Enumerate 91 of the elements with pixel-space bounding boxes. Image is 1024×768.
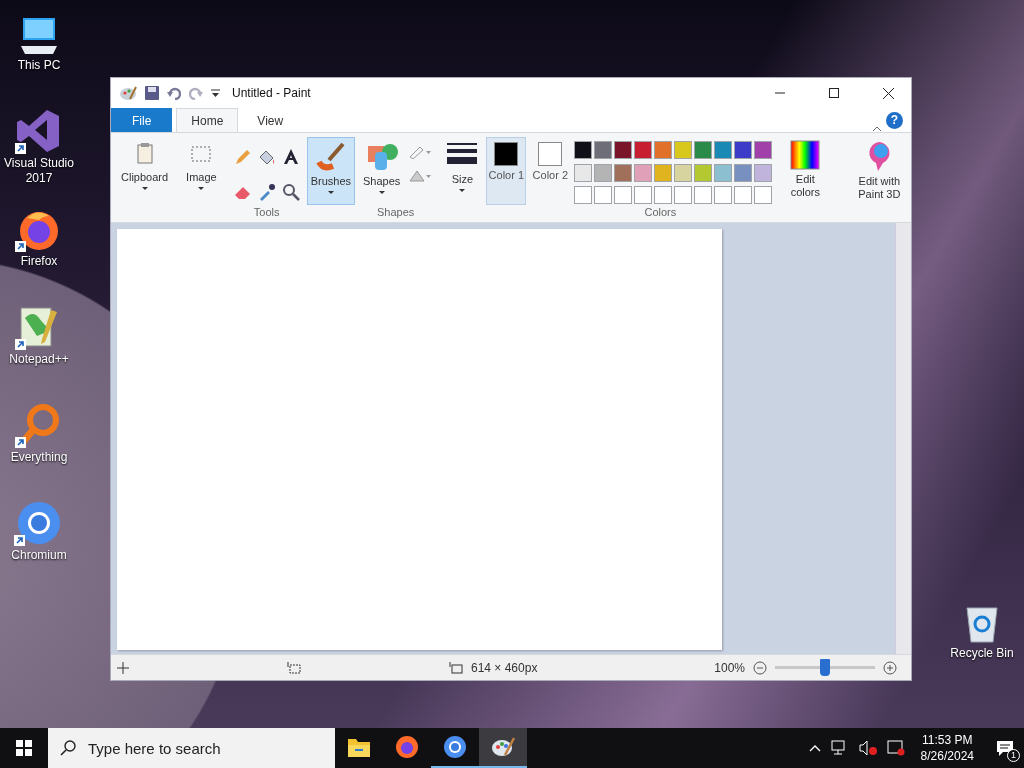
window-title: Untitled - Paint bbox=[232, 86, 311, 100]
maximize-icon bbox=[829, 88, 839, 98]
selection-size-icon bbox=[287, 661, 301, 674]
chromium-icon[interactable] bbox=[16, 500, 62, 546]
palette-swatch[interactable] bbox=[574, 141, 593, 159]
palette-swatch[interactable] bbox=[614, 141, 633, 159]
windows-logo-icon bbox=[16, 740, 32, 756]
clock-date[interactable]: 8/26/2024 bbox=[920, 748, 974, 764]
group-label: Shapes bbox=[377, 206, 415, 221]
desktop-icon-label[interactable]: This PC bbox=[17, 58, 61, 73]
color-spectrum-icon bbox=[790, 140, 821, 170]
firefox-icon bbox=[395, 735, 419, 759]
folder-icon bbox=[347, 736, 371, 758]
palette-swatch[interactable] bbox=[754, 186, 773, 205]
palette-swatch[interactable] bbox=[594, 163, 613, 182]
palette-swatch[interactable] bbox=[694, 141, 713, 159]
size-button[interactable]: Size bbox=[442, 137, 483, 205]
paint-palette-icon bbox=[491, 735, 515, 759]
brush-icon bbox=[314, 140, 347, 172]
palette-swatch[interactable] bbox=[754, 163, 773, 182]
visual-studio-icon[interactable] bbox=[17, 108, 61, 154]
ribbon-tab[interactable]: File bbox=[111, 108, 173, 132]
palette-swatch[interactable] bbox=[654, 186, 673, 205]
clipboard-button[interactable]: Clipboard bbox=[117, 137, 173, 205]
recycle-bin-icon[interactable] bbox=[964, 604, 1000, 644]
image-button[interactable]: Image bbox=[182, 137, 221, 205]
paint-3d-button[interactable]: Edit with Paint 3D bbox=[844, 137, 915, 205]
palette-swatch[interactable] bbox=[594, 141, 613, 159]
palette-swatch[interactable] bbox=[634, 186, 653, 205]
palette-swatch[interactable] bbox=[614, 186, 633, 205]
palette-swatch[interactable] bbox=[594, 186, 613, 205]
volume-muted-icon[interactable] bbox=[858, 740, 877, 756]
palette-swatch[interactable] bbox=[714, 141, 733, 159]
palette-swatch[interactable] bbox=[674, 163, 693, 182]
move-cursor-icon bbox=[117, 661, 129, 674]
search-field[interactable]: Type here to search bbox=[48, 728, 335, 768]
show-hidden-icons-icon[interactable] bbox=[808, 744, 821, 752]
customize-caret-icon[interactable] bbox=[211, 89, 220, 97]
desktop-icon-label[interactable]: Visual Studio 2017 bbox=[0, 156, 78, 186]
zoom-percentage: 100% bbox=[714, 660, 745, 675]
palette-swatch[interactable] bbox=[734, 163, 753, 182]
vertical-scrollbar[interactable] bbox=[895, 223, 911, 655]
paint-palette-icon bbox=[119, 85, 137, 101]
desktop-icon-label[interactable]: Recycle Bin bbox=[950, 646, 1014, 661]
palette-swatch[interactable] bbox=[694, 163, 713, 182]
magnifier-icon[interactable] bbox=[280, 181, 301, 202]
zoom-in-icon[interactable] bbox=[883, 660, 897, 675]
clock-time[interactable]: 11:53 PM bbox=[922, 732, 973, 748]
palette-swatch[interactable] bbox=[674, 141, 693, 159]
edit-colors-button[interactable]: Edit colors bbox=[776, 137, 835, 205]
group-label: Tools bbox=[253, 206, 280, 221]
palette-swatch[interactable] bbox=[754, 141, 773, 159]
desktop-icon-label[interactable]: Chromium bbox=[11, 548, 67, 563]
close-icon bbox=[882, 87, 894, 99]
palette-swatch[interactable] bbox=[674, 186, 693, 205]
desktop-icon-label[interactable]: Notepad++ bbox=[9, 352, 69, 367]
notifications-icon[interactable] bbox=[996, 740, 1014, 756]
ribbon-tab[interactable]: View bbox=[242, 108, 299, 132]
canvas-size-icon bbox=[449, 661, 463, 674]
palette-swatch[interactable] bbox=[694, 186, 713, 205]
palette-swatch[interactable] bbox=[574, 186, 593, 205]
brushes-button[interactable]: Brushes bbox=[306, 137, 356, 205]
notification-count: 1 bbox=[1007, 749, 1020, 762]
canvas-size-text: 614 × 460px bbox=[471, 660, 538, 675]
collapse-caret-icon[interactable] bbox=[872, 126, 882, 132]
palette-swatch[interactable] bbox=[714, 186, 733, 205]
paint-taskbar-button[interactable] bbox=[479, 728, 527, 768]
palette-swatch[interactable] bbox=[654, 163, 673, 182]
redo-icon[interactable] bbox=[189, 86, 203, 100]
desktop-icon-label[interactable]: Everything bbox=[10, 450, 68, 465]
palette-swatch[interactable] bbox=[634, 141, 653, 159]
palette-swatch[interactable] bbox=[634, 163, 653, 182]
desktop-icon-label[interactable]: Firefox bbox=[20, 254, 58, 269]
zoom-slider-thumb[interactable] bbox=[820, 659, 830, 677]
ribbon-tab[interactable]: Home bbox=[176, 108, 239, 132]
palette-swatch[interactable] bbox=[654, 141, 673, 159]
palette-swatch[interactable] bbox=[734, 186, 753, 205]
palette-swatch[interactable] bbox=[734, 141, 753, 159]
undo-icon[interactable] bbox=[167, 86, 181, 100]
palette-swatch[interactable] bbox=[574, 163, 593, 182]
chromium-icon bbox=[443, 735, 467, 759]
tray-app-icon[interactable] bbox=[886, 740, 905, 756]
color-select-button[interactable]: Color 2 bbox=[530, 137, 571, 205]
color-select-button[interactable]: Color 1 bbox=[486, 137, 527, 205]
group-label: Colors bbox=[644, 206, 677, 221]
palette-swatch[interactable] bbox=[614, 163, 633, 182]
zoom-out-icon[interactable] bbox=[753, 660, 767, 675]
shapes-button[interactable]: Shapes bbox=[359, 137, 405, 205]
save-icon[interactable] bbox=[145, 86, 159, 100]
palette-swatch[interactable] bbox=[714, 163, 733, 182]
help-button[interactable]: ? bbox=[886, 112, 903, 129]
